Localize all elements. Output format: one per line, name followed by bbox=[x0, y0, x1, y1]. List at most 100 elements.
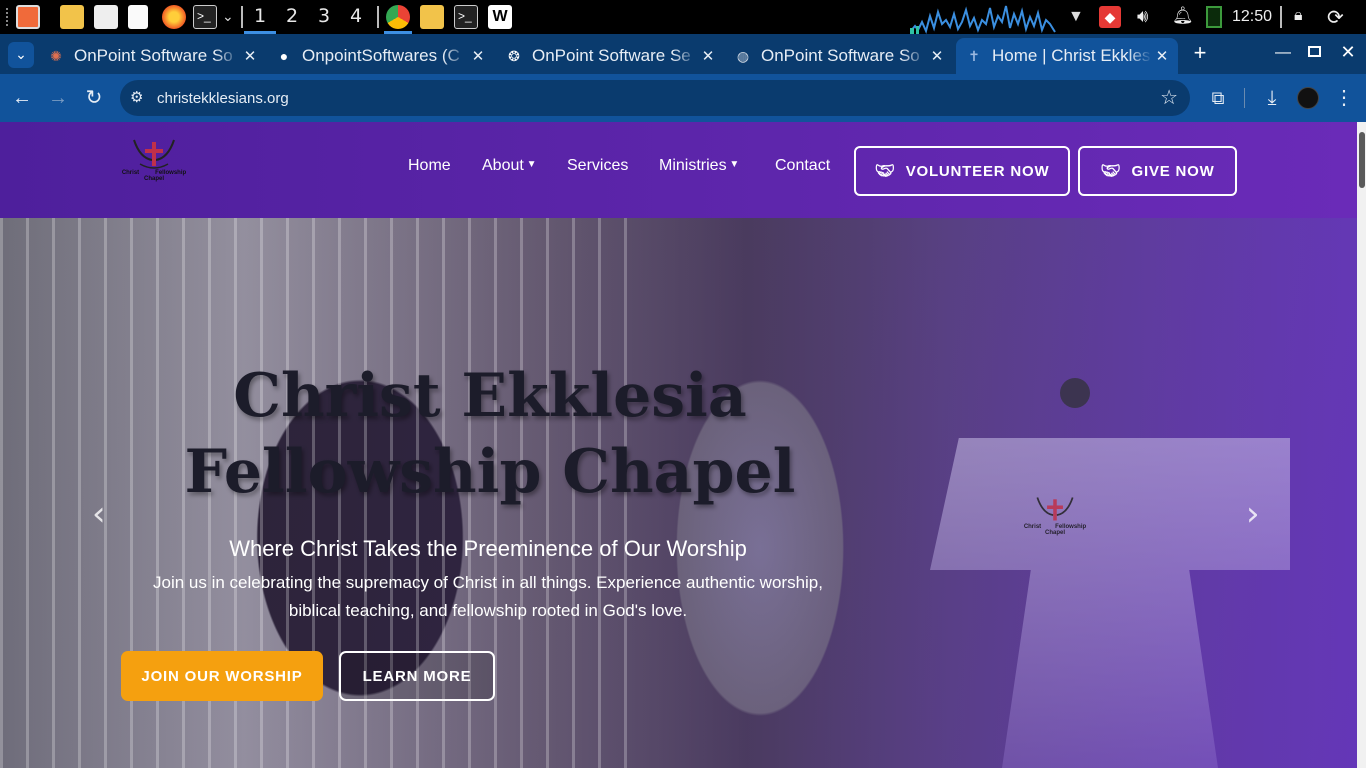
caret-down-icon: ▼ bbox=[726, 159, 740, 170]
file-edit-icon[interactable] bbox=[128, 5, 148, 29]
url-text[interactable]: christekklesians.org bbox=[157, 90, 289, 107]
give-now-button[interactable]: 🤝︎ GIVE NOW bbox=[1078, 146, 1237, 196]
openai-icon: ❂ bbox=[508, 47, 520, 64]
maximize-button[interactable] bbox=[1308, 46, 1321, 57]
battery-icon[interactable] bbox=[1206, 6, 1222, 28]
carousel-prev-icon[interactable]: ‹ bbox=[92, 494, 106, 534]
learn-more-button[interactable]: LEARN MORE bbox=[339, 651, 495, 701]
nav-link-home[interactable]: Home bbox=[408, 157, 451, 175]
nav-link-about[interactable]: About ▼ bbox=[482, 157, 537, 175]
minimize-button[interactable]: — bbox=[1274, 44, 1292, 62]
logo-text-bottom: Chapel bbox=[1044, 530, 1065, 536]
tab-christ-ekklesia[interactable]: ✝ Home | Christ Ekkles ✕ bbox=[956, 38, 1178, 74]
power-icon[interactable]: ⟳ bbox=[1327, 5, 1344, 30]
cpu-graph-icon bbox=[910, 5, 1056, 34]
hero-description: Join us in celebrating the supremacy of … bbox=[140, 569, 836, 625]
browser-tab-strip: ⌄ ✺ OnPoint Software So ✕ ● OnpointSoftw… bbox=[0, 34, 1366, 98]
hero-title-line-1: Christ Ekklesia bbox=[233, 361, 747, 431]
page-scrollbar[interactable] bbox=[1357, 122, 1366, 768]
volunteer-now-button[interactable]: 🤝︎ VOLUNTEER NOW bbox=[854, 146, 1070, 196]
close-icon[interactable]: ✕ bbox=[1152, 47, 1172, 65]
terminal-icon[interactable]: >_ bbox=[193, 5, 217, 29]
carousel-next-icon[interactable]: › bbox=[1246, 494, 1260, 534]
tab-github[interactable]: ● OnpointSoftwares (C ✕ bbox=[276, 38, 488, 74]
scrollbar-thumb[interactable] bbox=[1359, 132, 1365, 188]
logo-emblem-icon bbox=[1036, 497, 1074, 521]
tab-onpoint-2[interactable]: ❂ OnPoint Software Se ✕ bbox=[506, 38, 718, 74]
wifi-icon[interactable]: ▼ bbox=[1068, 8, 1084, 26]
nav-link-label: Ministries bbox=[659, 157, 727, 174]
web-page: Christ Fellowship Chapel Home About ▼ Se… bbox=[0, 122, 1357, 768]
profile-avatar[interactable] bbox=[1297, 87, 1319, 109]
join-our-worship-button[interactable]: JOIN OUR WORSHIP bbox=[121, 651, 323, 701]
address-bar[interactable]: ⚙ christekklesians.org ☆ bbox=[120, 80, 1190, 116]
nav-link-label: About bbox=[482, 157, 524, 174]
hero-carousel: Christ Fellowship Chapel Christ Ekklesia… bbox=[0, 218, 1357, 768]
menu-kebab-icon[interactable]: ⋮ bbox=[1332, 86, 1356, 110]
workspace-1[interactable]: 1 bbox=[249, 5, 271, 27]
browser-toolbar: ← → ↻ ⚙ christekklesians.org ☆ ⧉ ⤓ ⋮ bbox=[0, 74, 1366, 122]
back-button[interactable]: ← bbox=[10, 86, 34, 110]
wps-icon[interactable]: W bbox=[488, 5, 512, 29]
close-window-button[interactable]: ✕ bbox=[1339, 42, 1357, 62]
taskbar-divider bbox=[241, 6, 243, 28]
github-icon: ● bbox=[279, 48, 289, 64]
tab-title: OnPoint Software Se bbox=[532, 46, 691, 65]
site-info-icon[interactable]: ⚙ bbox=[130, 88, 143, 106]
site-logo[interactable]: Christ Fellowship Chapel bbox=[118, 136, 190, 198]
site-navbar: Christ Fellowship Chapel Home About ▼ Se… bbox=[0, 122, 1357, 218]
hand-heart-icon: 🤝︎ bbox=[1100, 163, 1122, 180]
hero-subtitle: Where Christ Takes the Preeminence of Ou… bbox=[229, 536, 747, 561]
workspace-4[interactable]: 4 bbox=[345, 5, 367, 27]
anydesk-icon[interactable]: ◆ bbox=[1099, 6, 1121, 28]
clock[interactable]: 12:50 bbox=[1232, 8, 1272, 26]
hero-title-line-2: Fellowship Chapel bbox=[184, 437, 796, 507]
new-tab-button[interactable]: + bbox=[1188, 42, 1212, 66]
globe-icon: ◍ bbox=[736, 47, 750, 64]
lock-icon[interactable]: 🔒︎ bbox=[1294, 7, 1303, 25]
tab-onpoint-3[interactable]: ◍ OnPoint Software So ✕ bbox=[735, 38, 947, 74]
taskbar-grip bbox=[6, 8, 10, 26]
close-icon[interactable]: ✕ bbox=[468, 47, 488, 65]
terminal-icon[interactable]: >_ bbox=[454, 5, 478, 29]
reload-button[interactable]: ↻ bbox=[82, 86, 106, 110]
files-icon[interactable] bbox=[60, 5, 84, 29]
toolbar-divider bbox=[1244, 88, 1245, 108]
firefox-icon[interactable] bbox=[162, 5, 186, 29]
sparkle-icon: ✺ bbox=[50, 47, 62, 64]
workspace-3[interactable]: 3 bbox=[313, 5, 335, 27]
caret-down-icon: ▼ bbox=[523, 159, 537, 170]
nav-link-ministries[interactable]: Ministries ▼ bbox=[659, 157, 739, 175]
hero-photo-podium bbox=[930, 438, 1290, 768]
tab-title: OnPoint Software So bbox=[761, 46, 920, 65]
forward-button[interactable]: → bbox=[46, 86, 70, 110]
extensions-icon[interactable]: ⧉ bbox=[1206, 86, 1230, 110]
volume-icon[interactable]: 🔊︎ bbox=[1137, 6, 1148, 27]
document-icon[interactable] bbox=[94, 5, 118, 29]
system-taskbar: >_ ⌄ 1 2 3 4 >_ W ▼ ◆ 🔊︎ 🔔︎ 12:50 🔒︎ ⟳ bbox=[0, 0, 1366, 34]
nav-link-services[interactable]: Services bbox=[567, 157, 628, 175]
tab-onpoint-1[interactable]: ✺ OnPoint Software So ✕ bbox=[48, 38, 260, 74]
volunteer-label: VOLUNTEER NOW bbox=[905, 162, 1050, 180]
logo-text-left: Christ bbox=[121, 170, 140, 176]
hero-description-line-1: Join us in celebrating the supremacy of … bbox=[153, 573, 823, 592]
download-icon[interactable]: ⤓ bbox=[1260, 86, 1284, 110]
notification-bell-icon[interactable]: 🔔︎ bbox=[1172, 6, 1194, 26]
bookmark-star-icon[interactable]: ☆ bbox=[1160, 85, 1178, 110]
nav-link-contact[interactable]: Contact bbox=[775, 157, 830, 175]
church-icon: ✝ bbox=[968, 47, 980, 64]
give-label: GIVE NOW bbox=[1131, 162, 1215, 180]
workspace-2[interactable]: 2 bbox=[281, 5, 303, 27]
logo-text-left: Christ bbox=[1023, 524, 1042, 530]
app-launcher-icon[interactable] bbox=[16, 5, 40, 29]
logo-text-bottom: Chapel bbox=[143, 176, 164, 182]
chevron-down-icon[interactable]: ⌄ bbox=[222, 8, 234, 25]
tab-title: OnpointSoftwares (C bbox=[302, 46, 460, 65]
close-icon[interactable]: ✕ bbox=[240, 47, 260, 65]
hero-photo-microphone bbox=[1060, 378, 1090, 408]
close-icon[interactable]: ✕ bbox=[927, 47, 947, 65]
chrome-icon[interactable] bbox=[386, 5, 410, 29]
folder-icon[interactable] bbox=[420, 5, 444, 29]
tab-search-button[interactable]: ⌄ bbox=[8, 42, 34, 68]
close-icon[interactable]: ✕ bbox=[698, 47, 718, 65]
